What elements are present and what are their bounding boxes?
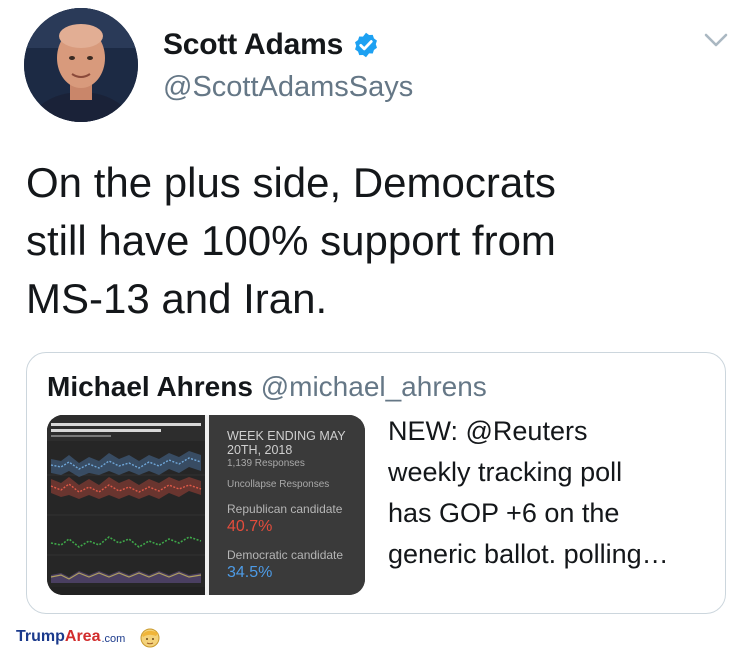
author-name[interactable]: Scott Adams (163, 28, 343, 62)
quoted-line: generic ballot. polling… (388, 539, 669, 569)
quoted-tweet-header: Michael Ahrens @michael_ahrens (47, 371, 487, 403)
democratic-value: 34.5% (227, 564, 273, 581)
quoted-tweet-text: NEW: @Reuters weekly tracking poll has G… (388, 411, 718, 575)
poll-responses: 1,139 Responses (227, 458, 305, 469)
quoted-line: has GOP +6 on the (388, 498, 620, 528)
verified-badge-icon (355, 32, 378, 58)
quoted-tweet-card[interactable]: Michael Ahrens @michael_ahrens WEEK ENDI… (26, 352, 726, 614)
watermark-brand-part1: Trump (16, 628, 65, 645)
tweet-line: MS-13 and Iran. (26, 275, 328, 322)
quoted-author-handle: @michael_ahrens (260, 371, 487, 402)
poll-week-line: WEEK ENDING MAY (227, 429, 346, 443)
tweet-text: On the plus side, Democrats still have 1… (26, 154, 716, 328)
poll-chart-thumbnail (47, 415, 205, 595)
quoted-tweet-media[interactable]: WEEK ENDING MAY 20TH, 2018 1,139 Respons… (47, 415, 365, 595)
profile-photo (24, 8, 138, 122)
poll-results-panel: WEEK ENDING MAY 20TH, 2018 1,139 Respons… (209, 415, 365, 595)
republican-label: Republican candidate (227, 502, 343, 516)
democratic-label: Democratic candidate (227, 548, 344, 562)
site-watermark: Trump Area .com (16, 626, 161, 648)
watermark-suffix: .com (101, 632, 126, 645)
watermark-brand-part2: Area (64, 628, 101, 645)
tweet-line: On the plus side, Democrats (26, 159, 556, 206)
author-name-row: Scott Adams (163, 28, 380, 62)
author-handle[interactable]: @ScottAdamsSays (163, 71, 413, 104)
republican-value: 40.7% (227, 518, 273, 535)
chevron-down-icon[interactable] (700, 24, 732, 56)
avatar[interactable] (24, 8, 138, 122)
quoted-line: weekly tracking poll (388, 457, 623, 487)
trump-face-logo-icon (140, 628, 160, 648)
tweet-line: still have 100% support from (26, 217, 556, 264)
quoted-line: NEW: @Reuters (388, 416, 588, 446)
quoted-author-name: Michael Ahrens (47, 371, 253, 402)
poll-uncollapse: Uncollapse Responses (227, 479, 330, 490)
poll-week-line: 20TH, 2018 (227, 443, 293, 457)
